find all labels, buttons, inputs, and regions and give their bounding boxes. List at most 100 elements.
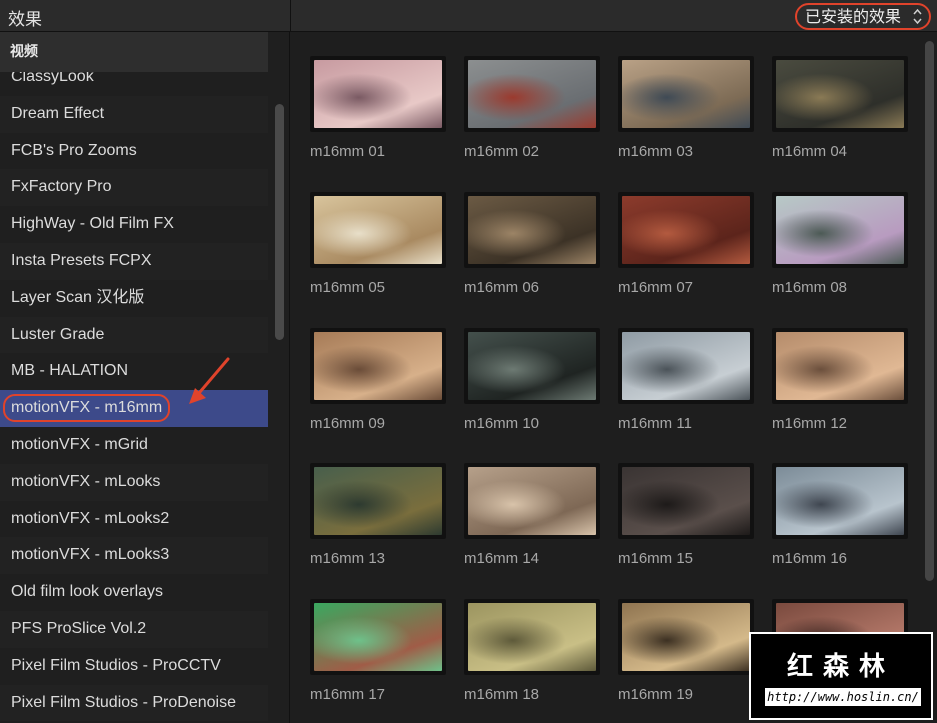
effect-tile[interactable]: m16mm 01 bbox=[310, 56, 446, 168]
effect-thumbnail bbox=[464, 599, 600, 675]
effect-thumbnail bbox=[618, 463, 754, 539]
sidebar-item[interactable]: motionVFX - mLooks2 bbox=[0, 501, 268, 538]
effect-name: m16mm 05 bbox=[310, 279, 386, 296]
effect-tile[interactable]: m16mm 06 bbox=[464, 192, 600, 304]
effect-tile[interactable]: m16mm 10 bbox=[464, 328, 600, 440]
effect-name: m16mm 19 bbox=[618, 686, 694, 703]
sidebar-item-label: Layer Scan 汉化版 bbox=[11, 288, 145, 306]
effect-thumbnail bbox=[618, 56, 754, 132]
watermark-url: http://www.hoslin.cn/ bbox=[765, 688, 921, 706]
effect-tile[interactable]: m16mm 16 bbox=[772, 463, 908, 575]
effect-name: m16mm 02 bbox=[464, 143, 540, 160]
effect-thumbnail bbox=[772, 328, 908, 404]
effect-thumbnail bbox=[618, 599, 754, 675]
section-header: 视频 bbox=[0, 32, 268, 72]
sidebar-item-label: PFS ProSlice Vol.2 bbox=[11, 619, 147, 637]
sidebar-item-label: MB - HALATION bbox=[11, 362, 129, 380]
sidebar-item[interactable]: motionVFX - mLooks3 bbox=[0, 537, 268, 575]
sidebar-item-label: FxFactory Pro bbox=[11, 178, 112, 196]
effect-preview-image bbox=[776, 196, 904, 264]
effect-name: m16mm 01 bbox=[310, 143, 386, 160]
effect-tile[interactable]: m16mm 14 bbox=[464, 463, 600, 575]
watermark-logo: 红森林 http://www.hoslin.cn/ bbox=[749, 632, 933, 720]
effect-tile[interactable]: m16mm 05 bbox=[310, 192, 446, 304]
effect-tile[interactable]: m16mm 13 bbox=[310, 463, 446, 575]
effect-name: m16mm 12 bbox=[772, 415, 848, 432]
sidebar-item[interactable]: HighWay - Old Film FX bbox=[0, 206, 268, 243]
sidebar-item[interactable]: FxFactory Pro bbox=[0, 169, 268, 207]
sidebar-item[interactable]: motionVFX - mLooks bbox=[0, 463, 268, 501]
category-sidebar: ClassyLook Dream Effect FCB's Pro Zooms FxF… bbox=[0, 32, 290, 723]
sidebar-item[interactable]: Luster Grade bbox=[0, 316, 268, 354]
sidebar-item-label: Old film look overlays bbox=[11, 583, 164, 601]
effect-tile[interactable]: m16mm 09 bbox=[310, 328, 446, 440]
watermark-brand: 红森林 bbox=[786, 652, 895, 682]
effects-browser-grid: m16mm 01 m16mm 02 m16mm 03 m16mm 04 m16mm 05… bbox=[291, 33, 919, 723]
toolbar: 效果 已安装的效果 bbox=[0, 0, 937, 32]
effect-tile[interactable]: m16mm 12 bbox=[772, 328, 908, 440]
sidebar-item-label: motionVFX - mLooks3 bbox=[11, 546, 170, 564]
sidebar-item-label: Pixel Film Studios - ProCCTV bbox=[11, 656, 221, 674]
sidebar-item[interactable]: PFS ProSlice Vol.2 bbox=[0, 610, 268, 648]
effect-tile[interactable]: m16mm 04 bbox=[772, 56, 908, 168]
effect-name: m16mm 03 bbox=[618, 143, 694, 160]
effect-name: m16mm 14 bbox=[464, 550, 540, 567]
effect-name: m16mm 08 bbox=[772, 279, 848, 296]
sidebar-item-label: HighWay - Old Film FX bbox=[11, 215, 174, 233]
effect-thumbnail bbox=[310, 463, 446, 539]
effect-name: m16mm 15 bbox=[618, 550, 694, 567]
effect-thumbnail bbox=[772, 192, 908, 268]
effect-tile[interactable]: m16mm 15 bbox=[618, 463, 754, 575]
effect-tile[interactable]: m16mm 03 bbox=[618, 56, 754, 168]
effect-preview-image bbox=[622, 60, 750, 128]
effect-preview-image bbox=[314, 60, 442, 128]
effect-tile[interactable]: m16mm 17 bbox=[310, 599, 446, 711]
effect-tile[interactable]: m16mm 19 bbox=[618, 599, 754, 711]
effect-tile[interactable]: m16mm 07 bbox=[618, 192, 754, 304]
effect-preview-image bbox=[468, 196, 596, 264]
sidebar-item-label: motionVFX - mGrid bbox=[11, 435, 148, 453]
effect-preview-image bbox=[468, 60, 596, 128]
sidebar-item-label: FCB's Pro Zooms bbox=[11, 141, 137, 159]
effect-tile[interactable]: m16mm 08 bbox=[772, 192, 908, 304]
effect-name: m16mm 06 bbox=[464, 279, 540, 296]
sidebar-item[interactable]: Pixel Film Studios - ProDenoise bbox=[0, 684, 268, 722]
sidebar-item-label: motionVFX - mLooks2 bbox=[11, 509, 170, 527]
effect-preview-image bbox=[468, 603, 596, 671]
sidebar-item-label: motionVFX - mLooks bbox=[11, 472, 161, 490]
sidebar-item-label: Insta Presets FCPX bbox=[11, 251, 152, 269]
sidebar-item[interactable]: Dream Effect bbox=[0, 95, 268, 133]
filter-select-label: 已安装的效果 bbox=[804, 7, 901, 26]
effect-thumbnail bbox=[310, 192, 446, 268]
grid-scrollbar-thumb[interactable] bbox=[925, 41, 934, 581]
sidebar-item-label: Dream Effect bbox=[11, 104, 105, 122]
effect-preview-image bbox=[314, 603, 442, 671]
effect-preview-image bbox=[468, 332, 596, 400]
filter-select[interactable]: 已安装的效果 bbox=[794, 3, 931, 30]
effect-name: m16mm 17 bbox=[310, 686, 386, 703]
sidebar-item-label: Luster Grade bbox=[11, 325, 105, 343]
sidebar-item[interactable]: Old film look overlays bbox=[0, 574, 268, 611]
sidebar-item[interactable]: Layer Scan 汉化版 bbox=[0, 280, 268, 317]
effect-name: m16mm 10 bbox=[464, 415, 540, 432]
effect-preview-image bbox=[622, 603, 750, 671]
effect-tile[interactable]: m16mm 02 bbox=[464, 56, 600, 168]
effect-name: m16mm 09 bbox=[310, 415, 386, 432]
effect-preview-image bbox=[776, 60, 904, 128]
toolbar-divider bbox=[290, 0, 291, 32]
sidebar-scrollbar-thumb[interactable] bbox=[275, 104, 284, 340]
effect-preview-image bbox=[314, 196, 442, 264]
sidebar-item[interactable]: Insta Presets FCPX bbox=[0, 242, 268, 280]
grid-scrollbar[interactable] bbox=[921, 33, 937, 723]
effect-tile[interactable]: m16mm 11 bbox=[618, 328, 754, 440]
sidebar-item[interactable]: motionVFX - mGrid bbox=[0, 427, 268, 464]
effect-tile[interactable]: m16mm 18 bbox=[464, 599, 600, 711]
effect-thumbnail bbox=[464, 192, 600, 268]
effect-preview-image bbox=[776, 467, 904, 535]
effect-thumbnail bbox=[464, 56, 600, 132]
sidebar-item[interactable]: FCB's Pro Zooms bbox=[0, 133, 268, 170]
effect-thumbnail bbox=[310, 56, 446, 132]
sidebar-item-label: motionVFX - m16mm bbox=[3, 394, 171, 423]
effect-preview-image bbox=[776, 332, 904, 400]
sidebar-item[interactable]: Pixel Film Studios - ProCCTV bbox=[0, 648, 268, 685]
